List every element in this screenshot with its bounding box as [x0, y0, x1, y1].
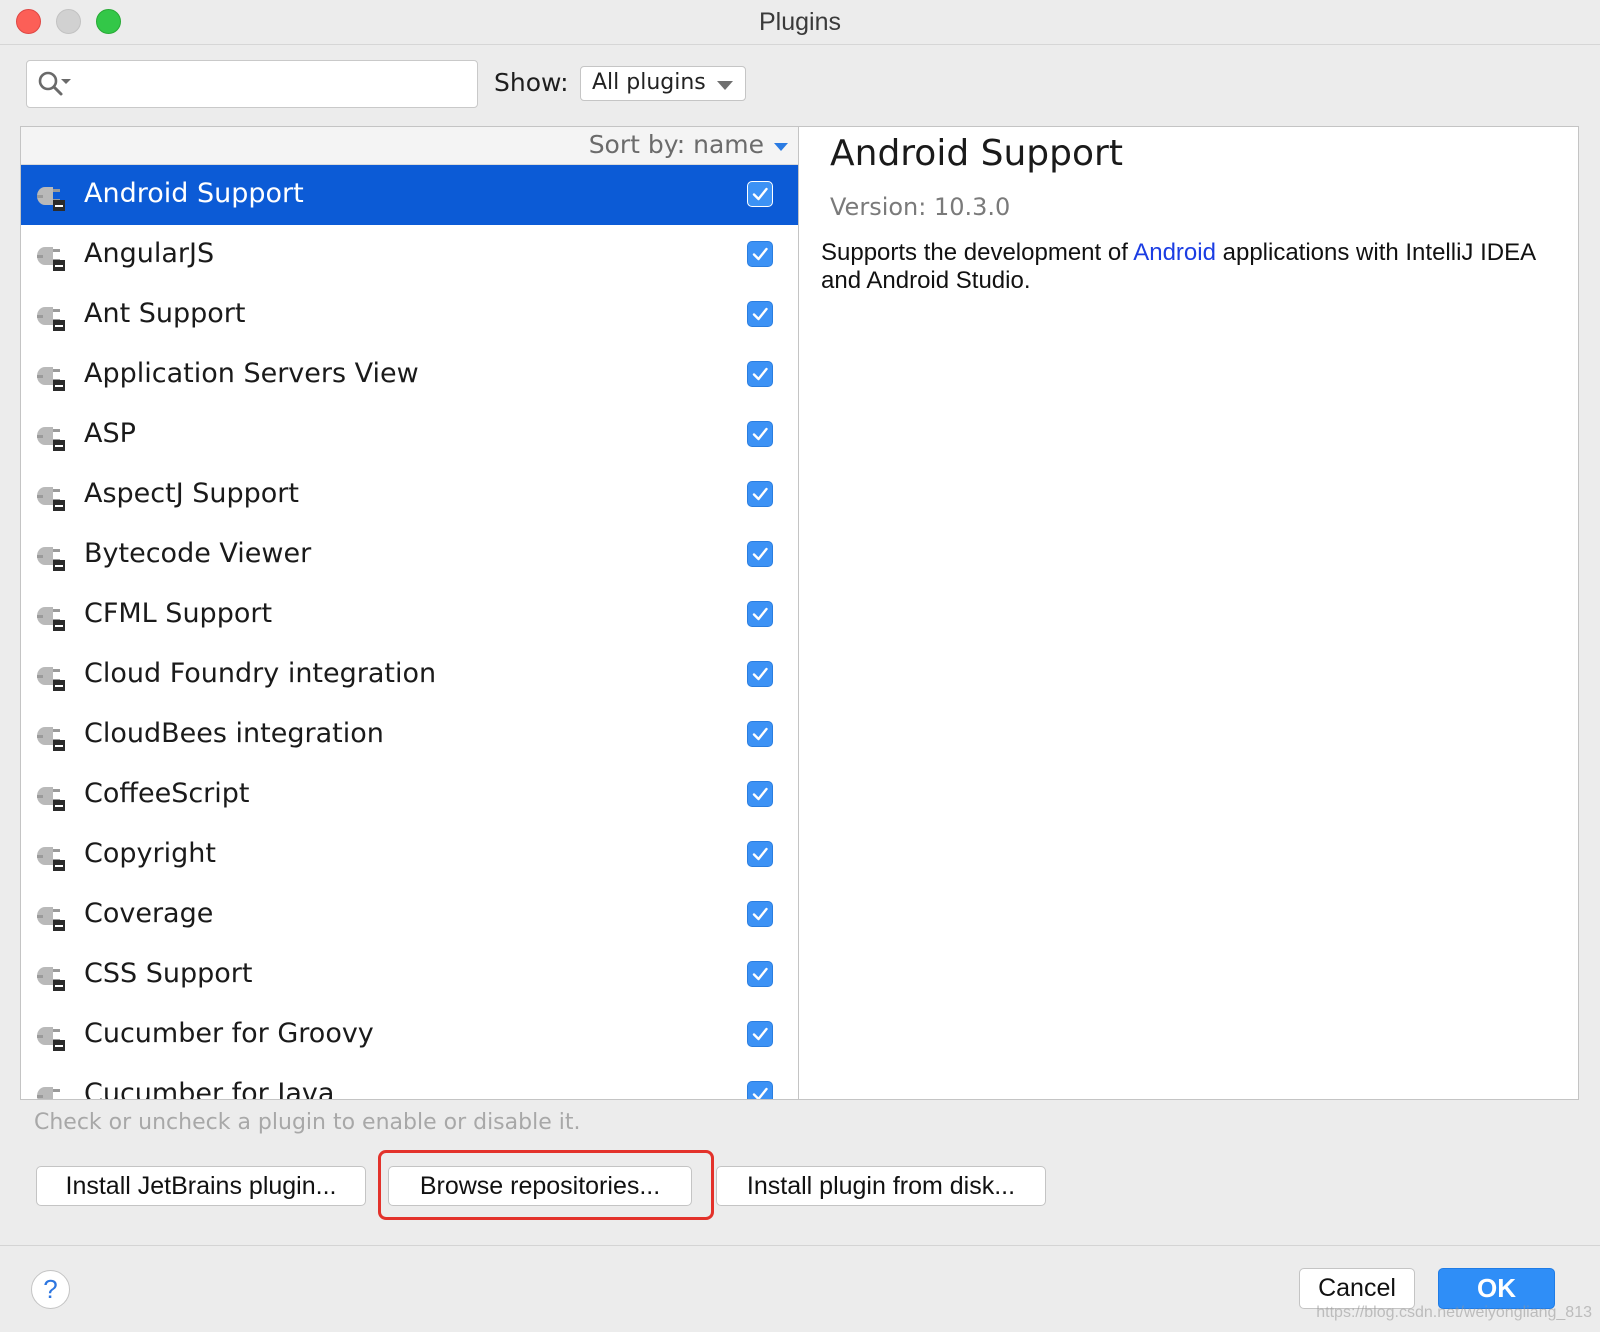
- plugin-icon: [35, 960, 67, 992]
- plugin-enabled-checkbox[interactable]: [747, 301, 773, 327]
- plugin-icon: [35, 840, 67, 872]
- plugin-row[interactable]: Bytecode Viewer: [21, 525, 798, 585]
- hint-text: Check or uncheck a plugin to enable or d…: [34, 1110, 581, 1135]
- search-icon[interactable]: [37, 70, 73, 102]
- plugin-row[interactable]: Android Support: [21, 165, 798, 225]
- plugin-detail-title: Android Support: [830, 133, 1123, 174]
- plugin-name: Coverage: [84, 898, 214, 929]
- plugin-enabled-checkbox[interactable]: [747, 841, 773, 867]
- plugin-enabled-checkbox[interactable]: [747, 601, 773, 627]
- plugin-list-panel: Sort by: name Android Support AngularJS An…: [20, 126, 799, 1100]
- plugin-name: AngularJS: [84, 238, 215, 269]
- plugin-name: Bytecode Viewer: [84, 538, 312, 569]
- plugin-icon: [35, 780, 67, 812]
- plugin-icon: [35, 900, 67, 932]
- plugin-icon: [35, 1080, 67, 1099]
- plugin-description: Supports the development of Android appl…: [821, 239, 1561, 295]
- plugin-icon: [35, 240, 67, 272]
- plugin-list: Android Support AngularJS Ant Support Appli…: [21, 165, 798, 1100]
- plugin-row[interactable]: Coverage: [21, 885, 798, 945]
- window-title: Plugins: [759, 8, 841, 36]
- sort-by-label[interactable]: Sort by: name: [589, 130, 764, 159]
- plugin-enabled-checkbox[interactable]: [747, 1081, 773, 1099]
- plugin-enabled-checkbox[interactable]: [747, 181, 773, 207]
- plugin-row[interactable]: CFML Support: [21, 585, 798, 645]
- plugin-enabled-checkbox[interactable]: [747, 721, 773, 747]
- plugin-row[interactable]: Ant Support: [21, 285, 798, 345]
- plugin-row[interactable]: Cloud Foundry integration: [21, 645, 798, 705]
- plugin-enabled-checkbox[interactable]: [747, 901, 773, 927]
- footer-divider: [0, 1245, 1600, 1246]
- plugin-name: CSS Support: [84, 958, 253, 989]
- plugin-enabled-checkbox[interactable]: [747, 421, 773, 447]
- plugin-name: CFML Support: [84, 598, 273, 629]
- help-button[interactable]: ?: [31, 1270, 70, 1309]
- plugin-icon: [35, 660, 67, 692]
- plugin-row[interactable]: Application Servers View: [21, 345, 798, 405]
- plugin-enabled-checkbox[interactable]: [747, 541, 773, 567]
- chevron-down-icon[interactable]: [774, 143, 788, 151]
- show-filter-dropdown[interactable]: All plugins: [580, 66, 746, 101]
- plugin-enabled-checkbox[interactable]: [747, 781, 773, 807]
- browse-repositories-button[interactable]: Browse repositories...: [388, 1166, 692, 1206]
- plugin-icon: [35, 300, 67, 332]
- plugin-name: Ant Support: [84, 298, 246, 329]
- plugin-name: Copyright: [84, 838, 216, 869]
- ok-button[interactable]: OK: [1438, 1268, 1555, 1309]
- plugin-row[interactable]: Copyright: [21, 825, 798, 885]
- description-text: Supports the development of: [821, 239, 1134, 266]
- plugin-icon: [35, 1020, 67, 1052]
- plugin-enabled-checkbox[interactable]: [747, 241, 773, 267]
- sort-bar[interactable]: Sort by: name: [21, 127, 798, 165]
- plugin-name: CoffeeScript: [84, 778, 250, 809]
- plugin-row[interactable]: Cucumber for Java: [21, 1065, 798, 1100]
- install-jetbrains-plugin-button[interactable]: Install JetBrains plugin...: [36, 1166, 366, 1206]
- chevron-down-icon: [717, 81, 733, 90]
- plugin-name: AspectJ Support: [84, 478, 299, 509]
- plugin-version: Version: 10.3.0: [830, 193, 1011, 221]
- plugin-icon: [35, 420, 67, 452]
- show-filter-label: Show:: [494, 68, 569, 97]
- plugin-enabled-checkbox[interactable]: [747, 961, 773, 987]
- plugin-icon: [35, 360, 67, 392]
- plugin-name: Cucumber for Java: [84, 1078, 335, 1100]
- plugin-row[interactable]: Cucumber for Groovy: [21, 1005, 798, 1065]
- plugin-icon: [35, 720, 67, 752]
- plugin-name: Cloud Foundry integration: [84, 658, 437, 689]
- plugin-row[interactable]: ASP: [21, 405, 798, 465]
- plugin-row[interactable]: AngularJS: [21, 225, 798, 285]
- plugin-row[interactable]: CloudBees integration: [21, 705, 798, 765]
- plugin-row[interactable]: CSS Support: [21, 945, 798, 1005]
- android-link[interactable]: Android: [1133, 239, 1216, 266]
- plugin-name: Android Support: [84, 178, 304, 209]
- plugin-icon: [35, 540, 67, 572]
- install-plugin-from-disk-button[interactable]: Install plugin from disk...: [716, 1166, 1046, 1206]
- plugin-enabled-checkbox[interactable]: [747, 361, 773, 387]
- plugin-name: ASP: [84, 418, 136, 449]
- plugin-name: CloudBees integration: [84, 718, 384, 749]
- plugin-enabled-checkbox[interactable]: [747, 661, 773, 687]
- cancel-button[interactable]: Cancel: [1299, 1268, 1415, 1309]
- plugin-icon: [35, 180, 67, 212]
- search-field[interactable]: [26, 60, 478, 108]
- plugin-row[interactable]: CoffeeScript: [21, 765, 798, 825]
- plugin-detail-panel: Android Support Version: 10.3.0 Supports…: [799, 126, 1579, 1100]
- search-input[interactable]: [83, 69, 467, 101]
- plugin-enabled-checkbox[interactable]: [747, 1021, 773, 1047]
- show-filter-value: All plugins: [592, 70, 706, 95]
- plugin-name: Application Servers View: [84, 358, 419, 389]
- plugin-enabled-checkbox[interactable]: [747, 481, 773, 507]
- plugin-name: Cucumber for Groovy: [84, 1018, 374, 1049]
- plugin-icon: [35, 480, 67, 512]
- plugin-icon: [35, 600, 67, 632]
- title-bar: Plugins: [0, 0, 1600, 45]
- watermark: https://blog.csdn.net/weiyongliang_813: [1316, 1304, 1592, 1321]
- plugin-row[interactable]: AspectJ Support: [21, 465, 798, 525]
